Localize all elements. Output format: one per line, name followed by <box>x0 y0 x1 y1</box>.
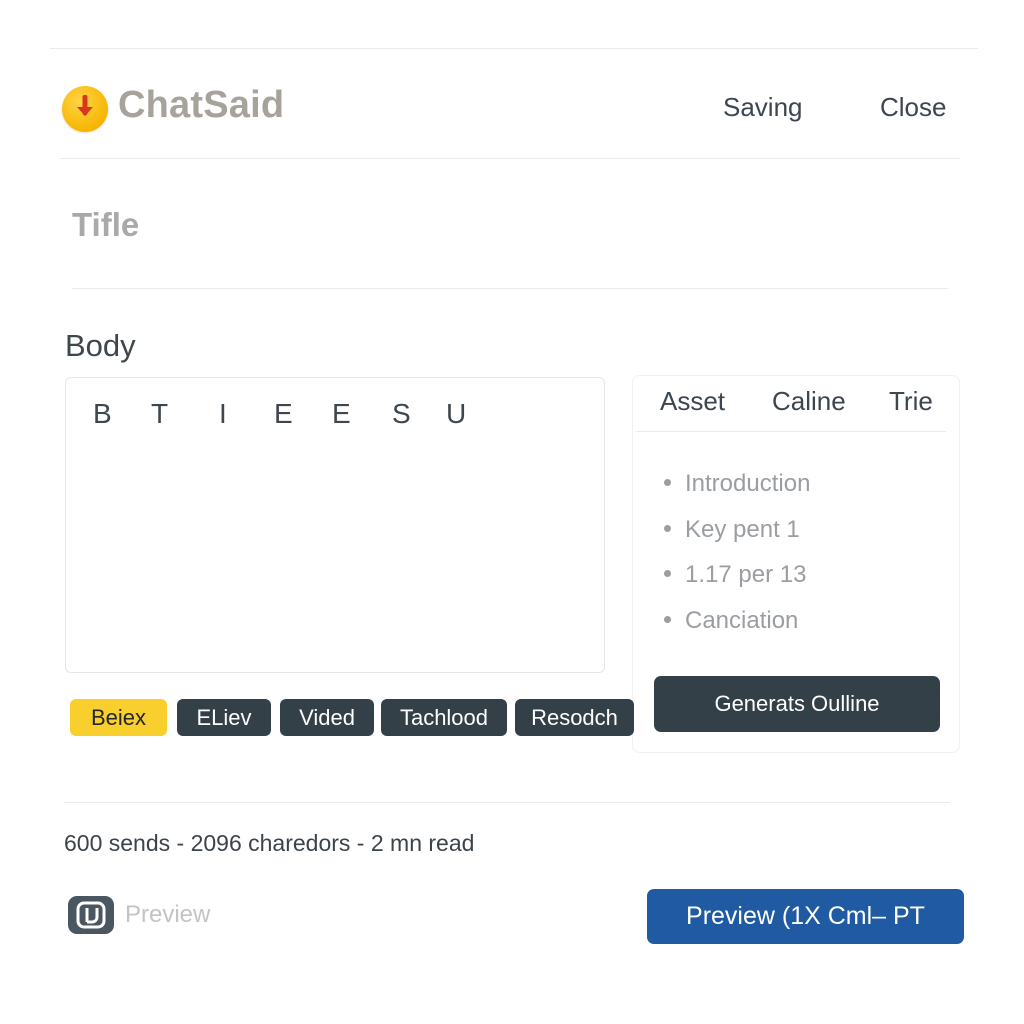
download-arrow-icon <box>62 86 108 132</box>
app-title: ChatSaid <box>118 84 285 126</box>
tab-asset[interactable]: Asset <box>660 386 725 417</box>
toolbar-t-button[interactable]: T <box>151 398 168 430</box>
preview-app-icon[interactable] <box>68 896 114 934</box>
outline-item: Canciation <box>664 607 798 635</box>
bullet-icon <box>664 525 671 533</box>
strikethrough-button[interactable]: S <box>392 398 411 430</box>
chip-vided[interactable]: Vided <box>280 699 374 736</box>
close-button[interactable]: Close <box>880 92 946 123</box>
bullet-icon <box>664 616 671 624</box>
outline-item-label: 1.17 per 13 <box>685 561 807 588</box>
outline-item-label: Introduction <box>685 470 811 497</box>
tab-trie[interactable]: Trie <box>889 386 933 417</box>
header-divider <box>60 158 960 159</box>
toolbar-e-button[interactable]: E <box>274 398 293 430</box>
italic-button[interactable]: I <box>219 398 227 430</box>
bullet-icon <box>664 570 671 578</box>
title-divider <box>72 288 948 289</box>
chip-eliev[interactable]: ELiev <box>177 699 271 736</box>
body-label: Body <box>65 328 136 363</box>
document-stats: 600 sends - 2096 charedors - 2 mn read <box>64 830 475 856</box>
preview-button[interactable]: Preview (1X Cml– PT <box>647 889 964 944</box>
outline-item: Key pent 1 <box>664 516 800 544</box>
tab-caline[interactable]: Caline <box>772 386 846 417</box>
footer-divider <box>64 802 950 803</box>
saving-button[interactable]: Saving <box>723 92 803 123</box>
chip-beiex[interactable]: Beiex <box>70 699 167 736</box>
generate-outline-button[interactable]: Generats Oulline <box>654 676 940 732</box>
panel-tab-divider <box>636 431 946 432</box>
toolbar-e2-button[interactable]: E <box>332 398 351 430</box>
outline-item: Introduction <box>664 470 810 498</box>
outline-item: 1.17 per 13 <box>664 561 806 589</box>
outline-item-label: Canciation <box>685 607 799 634</box>
underline-button[interactable]: U <box>446 398 466 430</box>
title-input[interactable]: Tifle <box>72 206 139 244</box>
outline-item-label: Key pent 1 <box>685 516 800 543</box>
bullet-icon <box>664 479 671 487</box>
header-top-divider <box>50 48 978 49</box>
preview-link[interactable]: Preview <box>125 901 210 929</box>
bold-button[interactable]: B <box>93 398 112 430</box>
chip-resodch[interactable]: Resodch <box>515 699 634 736</box>
chip-tachlood[interactable]: Tachlood <box>381 699 507 736</box>
